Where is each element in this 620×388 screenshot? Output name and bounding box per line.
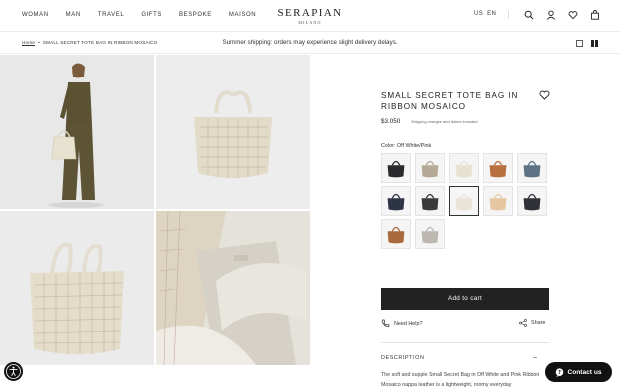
product-price: $3.050: [381, 118, 401, 125]
locale-selector[interactable]: US EN: [474, 11, 496, 17]
phone-icon: [381, 319, 390, 327]
header-divider: [508, 11, 509, 19]
bag-interior-photo: [156, 211, 310, 365]
swatch-bag-thumbnail: [450, 187, 478, 215]
share-icon: [519, 319, 527, 327]
nav-bespoke[interactable]: BESPOKE: [179, 12, 212, 18]
add-to-cart-button[interactable]: Add to cart: [381, 288, 549, 310]
nav-travel[interactable]: TRAVEL: [98, 12, 125, 18]
color-swatch[interactable]: [517, 186, 547, 216]
color-swatch[interactable]: [381, 186, 411, 216]
bag-front-photo: [156, 55, 310, 209]
search-icon[interactable]: [524, 10, 534, 20]
color-label: Color: Off White/Pink: [381, 143, 432, 149]
grid-view-icon[interactable]: [591, 40, 598, 47]
swatch-bag-thumbnail: [518, 187, 546, 215]
share-label: Share: [531, 320, 546, 326]
main-nav: WOMAN MAN TRAVEL GIFTS BESPOKE MAISON: [22, 12, 273, 18]
brand-name: SERAPIAN: [277, 7, 343, 19]
nav-gifts[interactable]: GIFTS: [141, 12, 162, 18]
swatch-bag-thumbnail: [382, 154, 410, 182]
breadcrumb-separator: •: [38, 40, 40, 45]
breadcrumb-bar: Home • SMALL SECRET TOTE BAG IN RIBBON MOS…: [0, 32, 620, 54]
product-image-interior[interactable]: [156, 211, 310, 365]
wishlist-icon[interactable]: [568, 10, 578, 20]
product-image-front[interactable]: [156, 55, 310, 209]
color-swatch[interactable]: [415, 219, 445, 249]
nav-man[interactable]: MAN: [66, 12, 81, 18]
swatch-bag-thumbnail: [484, 154, 512, 182]
swatch-bag-thumbnail: [416, 220, 444, 248]
color-swatch[interactable]: [381, 219, 411, 249]
contact-us-button[interactable]: ? Contact us: [545, 362, 612, 382]
color-swatch[interactable]: [483, 186, 513, 216]
nav-woman[interactable]: WOMAN: [22, 12, 49, 18]
description-text: The soft and supple Small Secret Bag in …: [381, 372, 540, 388]
swatch-bag-thumbnail: [518, 154, 546, 182]
color-swatch[interactable]: [517, 153, 547, 183]
swatch-bag-thumbnail: [450, 154, 478, 182]
swatch-bag-thumbnail: [416, 154, 444, 182]
color-swatch[interactable]: [415, 186, 445, 216]
model-photo: [0, 55, 154, 209]
account-icon[interactable]: [546, 10, 556, 20]
svg-text:?: ?: [559, 370, 562, 376]
share-link[interactable]: Share: [519, 319, 545, 327]
accessibility-button[interactable]: [4, 362, 23, 381]
color-swatch[interactable]: [449, 186, 479, 216]
color-swatch[interactable]: [449, 153, 479, 183]
chat-icon: ?: [556, 367, 564, 377]
language-code: EN: [487, 11, 497, 17]
country-code: US: [474, 11, 484, 17]
need-help-link[interactable]: Need Help?: [381, 319, 422, 328]
promo-message: Summer shipping: orders may experience s…: [222, 39, 398, 46]
swatch-bag-thumbnail: [416, 187, 444, 215]
single-view-icon[interactable]: [576, 40, 583, 47]
need-help-label: Need Help?: [394, 320, 423, 327]
color-swatch[interactable]: [483, 153, 513, 183]
description-collapse-toggle[interactable]: –: [533, 354, 537, 361]
product-image-side[interactable]: [0, 211, 154, 365]
nav-maison[interactable]: MAISON: [229, 12, 256, 18]
brand-subtitle: MILANO: [298, 20, 322, 25]
accessibility-icon: [6, 364, 21, 379]
color-swatch[interactable]: [381, 153, 411, 183]
description-heading[interactable]: DESCRIPTION: [381, 355, 424, 361]
cart-icon[interactable]: [590, 10, 600, 20]
breadcrumb-home[interactable]: Home: [22, 40, 35, 45]
product-title: SMALL SECRET TOTE BAG IN RIBBON MOSAICO: [381, 91, 519, 111]
product-image-model[interactable]: [0, 55, 154, 209]
section-divider: [381, 342, 549, 343]
contact-us-label: Contact us: [567, 368, 602, 376]
color-swatch[interactable]: [415, 153, 445, 183]
add-to-wishlist-heart-icon[interactable]: [539, 90, 550, 100]
bag-side-photo: [0, 211, 154, 365]
brand-logo[interactable]: SERAPIAN MILANO: [270, 7, 350, 25]
swatch-bag-thumbnail: [382, 187, 410, 215]
breadcrumb-current: SMALL SECRET TOTE BAG IN RIBBON MOSAICO: [42, 40, 158, 45]
swatch-bag-thumbnail: [382, 220, 410, 248]
site-header: WOMAN MAN TRAVEL GIFTS BESPOKE MAISON SE…: [0, 0, 620, 32]
swatch-bag-thumbnail: [484, 187, 512, 215]
shipping-note: Shipping charges and duties included: [411, 119, 478, 124]
breadcrumb: Home • SMALL SECRET TOTE BAG IN RIBBON MOS…: [22, 40, 157, 45]
